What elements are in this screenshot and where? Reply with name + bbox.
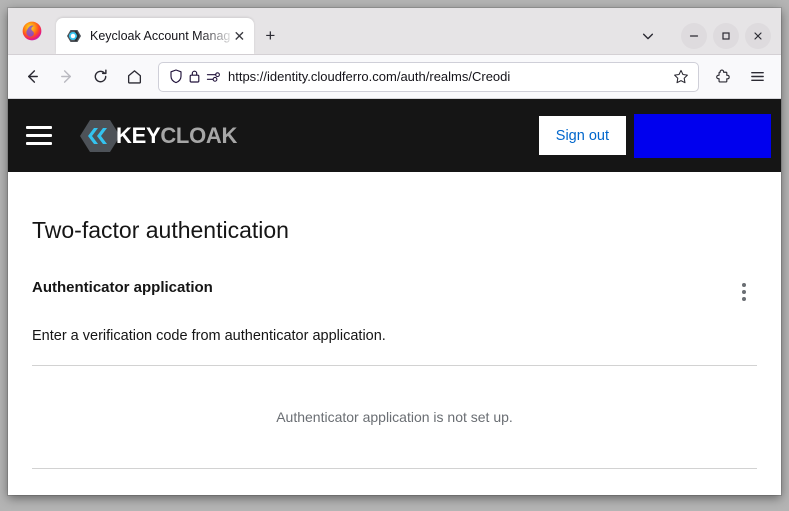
credential-header-row: Authenticator application [32,243,757,307]
kebab-dot [742,290,746,294]
navigation-toolbar: https://identity.cloudferro.com/auth/rea… [8,55,781,99]
tracking-protection-shield-icon[interactable] [166,68,185,86]
home-icon [126,68,143,85]
hamburger-bar [26,142,52,145]
reload-icon [92,68,109,85]
masthead-menu-toggle[interactable] [26,121,56,151]
window-maximize-button[interactable] [713,23,739,49]
credential-empty-state: Authenticator application is not set up. [32,366,757,468]
kebab-dot [742,297,746,301]
page-viewport: KEYCLOAK Sign out Two-factor authenticat… [8,99,781,495]
keycloak-brand-text: KEYCLOAK [116,123,237,149]
credential-title: Authenticator application [32,243,213,296]
firefox-logo-icon [22,21,42,41]
url-bar[interactable]: https://identity.cloudferro.com/auth/rea… [158,62,699,92]
extensions-button[interactable] [707,61,739,93]
sign-out-button[interactable]: Sign out [539,116,626,155]
keycloak-brand-logo[interactable]: KEYCLOAK [78,116,237,156]
extensions-puzzle-icon [715,68,732,85]
forward-button[interactable] [50,61,82,93]
back-arrow-icon [24,68,41,85]
url-text: https://identity.cloudferro.com/auth/rea… [228,69,670,84]
maximize-icon [720,30,732,42]
permissions-icon [206,70,221,84]
page-title: Two-factor authentication [32,172,757,243]
bookmark-star-button[interactable] [670,66,692,88]
tab-title: Keycloak Account Manag [90,29,230,43]
padlock-secure-icon[interactable] [185,68,204,86]
close-icon [752,30,764,42]
keycloak-favicon-icon [66,28,82,44]
back-button[interactable] [16,61,48,93]
tab-close-button[interactable]: ✕ [230,27,248,45]
home-button[interactable] [118,61,150,93]
credential-help-text: Enter a verification code from authentic… [32,307,757,344]
masthead-accent-block [634,114,771,158]
divider-bottom [32,468,757,469]
hamburger-menu-icon [749,68,766,85]
reload-button[interactable] [84,61,116,93]
lock-icon [188,69,201,84]
window-minimize-button[interactable] [681,23,707,49]
shield-icon [169,69,183,84]
tab-strip: Keycloak Account Manag ✕ + [8,8,781,55]
star-icon [673,69,689,85]
site-permissions-icon[interactable] [204,68,223,86]
brand-key-text: KEY [116,123,160,148]
kebab-menu-button[interactable] [731,277,757,307]
keycloak-masthead: KEYCLOAK Sign out [8,99,781,172]
hamburger-bar [26,126,52,129]
forward-arrow-icon [58,68,75,85]
keycloak-content: Two-factor authentication Authenticator … [8,172,781,495]
kebab-dot [742,283,746,287]
list-all-tabs-button[interactable] [633,18,663,54]
app-menu-button[interactable] [741,61,773,93]
hamburger-bar [26,134,52,137]
minimize-icon [688,30,700,42]
firefox-logo [8,8,56,54]
browser-window: Keycloak Account Manag ✕ + [8,8,781,495]
chevron-down-icon [641,29,655,43]
window-controls [681,18,781,54]
new-tab-button[interactable]: + [254,18,286,54]
browser-tab[interactable]: Keycloak Account Manag ✕ [56,18,254,54]
window-close-button[interactable] [745,23,771,49]
brand-cloak-text: CLOAK [160,123,237,148]
